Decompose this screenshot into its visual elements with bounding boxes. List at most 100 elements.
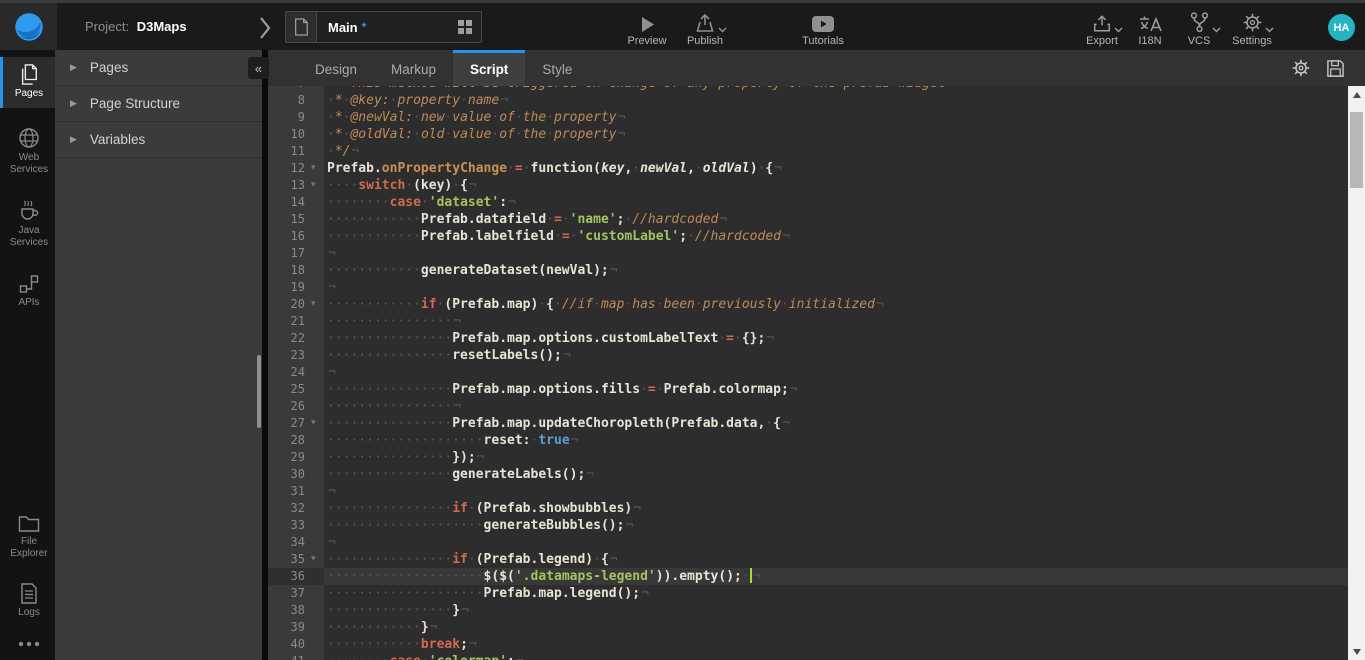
code-text[interactable]: ················if·(Prefab.legend)·{¬	[324, 551, 1348, 568]
code-line-12[interactable]: 12▾Prefab.onPropertyChange·=·function(ke…	[268, 160, 1348, 177]
code-text[interactable]: ····················$($('.datamaps-legen…	[324, 568, 1348, 585]
code-text[interactable]: ············Prefab.labelfield·=·'customL…	[324, 228, 1348, 245]
more-options-button[interactable]	[0, 627, 55, 660]
code-line-10[interactable]: 10·*·@oldVal:·old·value·of·the·property¬	[268, 126, 1348, 143]
code-line-14[interactable]: 14········case·'dataset':¬	[268, 194, 1348, 211]
code-line-33[interactable]: 33····················generateBubbles();…	[268, 517, 1348, 534]
gutter-cell[interactable]: 14	[268, 194, 324, 211]
code-line-27[interactable]: 27▾················Prefab.map.updateChor…	[268, 415, 1348, 432]
app-logo[interactable]	[0, 3, 57, 50]
gutter-cell[interactable]: 15	[268, 211, 324, 228]
panel-section-pages[interactable]: ▶ Pages	[55, 50, 262, 86]
gutter-cell[interactable]: 39	[268, 619, 324, 636]
tab-markup[interactable]: Markup	[374, 50, 453, 86]
code-text[interactable]: ·*·@newVal:·new·value·of·the·property¬	[324, 109, 1348, 126]
code-text[interactable]: ················});¬	[324, 449, 1348, 466]
code-text[interactable]: ····················Prefab.map.legend();…	[324, 585, 1348, 602]
code-line-8[interactable]: 8·*·@key:·property·name¬	[268, 92, 1348, 109]
code-text[interactable]: ¬	[324, 279, 1348, 296]
preview-button[interactable]: Preview	[618, 10, 676, 47]
gutter-cell[interactable]: 12▾	[268, 160, 324, 177]
gutter-cell[interactable]: 18	[268, 262, 324, 279]
gutter-cell[interactable]: 31	[268, 483, 324, 500]
code-line-38[interactable]: 38················}¬	[268, 602, 1348, 619]
gutter-cell[interactable]: 16	[268, 228, 324, 245]
expand-chevron[interactable]	[258, 15, 272, 41]
code-line-18[interactable]: 18············generateDataset(newVal);¬	[268, 262, 1348, 279]
tab-script[interactable]: Script	[453, 50, 525, 86]
gutter-cell[interactable]: 9	[268, 109, 324, 126]
gutter-cell[interactable]: 19	[268, 279, 324, 296]
code-line-16[interactable]: 16············Prefab.labelfield·=·'custo…	[268, 228, 1348, 245]
code-text[interactable]: ············generateDataset(newVal);¬	[324, 262, 1348, 279]
code-text[interactable]: ····switch·(key)·{¬	[324, 177, 1348, 194]
tab-design[interactable]: Design	[298, 50, 374, 86]
code-line-19[interactable]: 19¬	[268, 279, 1348, 296]
panel-scrollbar-thumb[interactable]	[257, 355, 261, 428]
tab-style[interactable]: Style	[525, 50, 589, 86]
gutter-cell[interactable]: 38	[268, 602, 324, 619]
export-button[interactable]: Export	[1077, 10, 1127, 47]
code-line-36[interactable]: 36····················$($('.datamaps-leg…	[268, 568, 1348, 585]
code-text[interactable]: ············Prefab.datafield·=·'name';·/…	[324, 211, 1348, 228]
sidebar-item-apis[interactable]: APIs	[0, 267, 55, 317]
sidebar-item-pages[interactable]: Pages	[0, 57, 55, 108]
fold-arrow-icon[interactable]: ▾	[311, 160, 324, 177]
code-text[interactable]: ¬	[324, 364, 1348, 381]
settings-button[interactable]: Settings	[1225, 10, 1279, 47]
gutter-cell[interactable]: 25	[268, 381, 324, 398]
code-text[interactable]: ········case·'colormap':¬	[324, 653, 1348, 660]
sidebar-item-logs[interactable]: Logs	[0, 576, 55, 627]
code-text[interactable]: ················¬	[324, 398, 1348, 415]
code-line-9[interactable]: 9·*·@newVal:·new·value·of·the·property¬	[268, 109, 1348, 126]
fold-arrow-icon[interactable]: ▾	[311, 296, 324, 313]
vcs-button[interactable]: VCS	[1173, 10, 1225, 47]
gutter-cell[interactable]: 41	[268, 653, 324, 660]
fold-arrow-icon[interactable]: ▾	[311, 177, 324, 194]
code-text[interactable]: ················Prefab.map.options.custo…	[324, 330, 1348, 347]
code-text[interactable]: ········case·'dataset':¬	[324, 194, 1348, 211]
gutter-cell[interactable]: 21	[268, 313, 324, 330]
code-line-24[interactable]: 24¬	[268, 364, 1348, 381]
fold-arrow-icon[interactable]: ▾	[311, 415, 324, 432]
code-line-40[interactable]: 40············break;¬	[268, 636, 1348, 653]
panel-collapse-button[interactable]: «	[248, 57, 269, 79]
gutter-cell[interactable]: 26	[268, 398, 324, 415]
code-text[interactable]: ·*/¬	[324, 143, 1348, 160]
code-text[interactable]: ················Prefab.map.options.fills…	[324, 381, 1348, 398]
gutter-cell[interactable]: 37	[268, 585, 324, 602]
gutter-cell[interactable]: 32	[268, 500, 324, 517]
scrollbar-thumb[interactable]	[1350, 112, 1363, 188]
code-line-17[interactable]: 17¬	[268, 245, 1348, 262]
sidebar-item-java-services[interactable]: Java Services	[0, 192, 55, 257]
code-text[interactable]: ············if·(Prefab.map)·{·//if·map·h…	[324, 296, 1348, 313]
code-line-30[interactable]: 30················generateLabels();¬	[268, 466, 1348, 483]
page-switcher-button[interactable]	[449, 12, 481, 42]
script-editor[interactable]: 7·*·This·method·will·be·triggered·on·cha…	[268, 86, 1348, 660]
code-text[interactable]: ················Prefab.map.updateChoropl…	[324, 415, 1348, 432]
panel-section-page-structure[interactable]: ▶ Page Structure	[55, 86, 262, 122]
gutter-cell[interactable]: 35▾	[268, 551, 324, 568]
i18n-button[interactable]: I18N	[1127, 10, 1173, 47]
code-text[interactable]: ····················reset:·true¬	[324, 432, 1348, 449]
code-text[interactable]: Prefab.onPropertyChange·=·function(key,·…	[324, 160, 1348, 177]
editor-scrollbar[interactable]	[1348, 86, 1365, 660]
code-line-21[interactable]: 21················¬	[268, 313, 1348, 330]
code-text[interactable]: ·*·@key:·property·name¬	[324, 92, 1348, 109]
editor-settings-button[interactable]	[1291, 58, 1311, 78]
code-text[interactable]: ············}¬	[324, 619, 1348, 636]
code-line-37[interactable]: 37····················Prefab.map.legend(…	[268, 585, 1348, 602]
code-line-41[interactable]: 41········case·'colormap':¬	[268, 653, 1348, 660]
gutter-cell[interactable]: 36	[268, 568, 324, 585]
code-line-13[interactable]: 13▾····switch·(key)·{¬	[268, 177, 1348, 194]
code-line-35[interactable]: 35▾················if·(Prefab.legend)·{¬	[268, 551, 1348, 568]
code-line-29[interactable]: 29················});¬	[268, 449, 1348, 466]
sidebar-item-web-services[interactable]: Web Services	[0, 120, 55, 184]
gutter-cell[interactable]: 22	[268, 330, 324, 347]
scroll-up-button[interactable]	[1348, 86, 1365, 103]
code-text[interactable]: ¬	[324, 534, 1348, 551]
code-line-32[interactable]: 32················if·(Prefab.showbubbles…	[268, 500, 1348, 517]
user-avatar[interactable]: HA	[1328, 14, 1355, 41]
gutter-cell[interactable]: 33	[268, 517, 324, 534]
code-line-11[interactable]: 11·*/¬	[268, 143, 1348, 160]
